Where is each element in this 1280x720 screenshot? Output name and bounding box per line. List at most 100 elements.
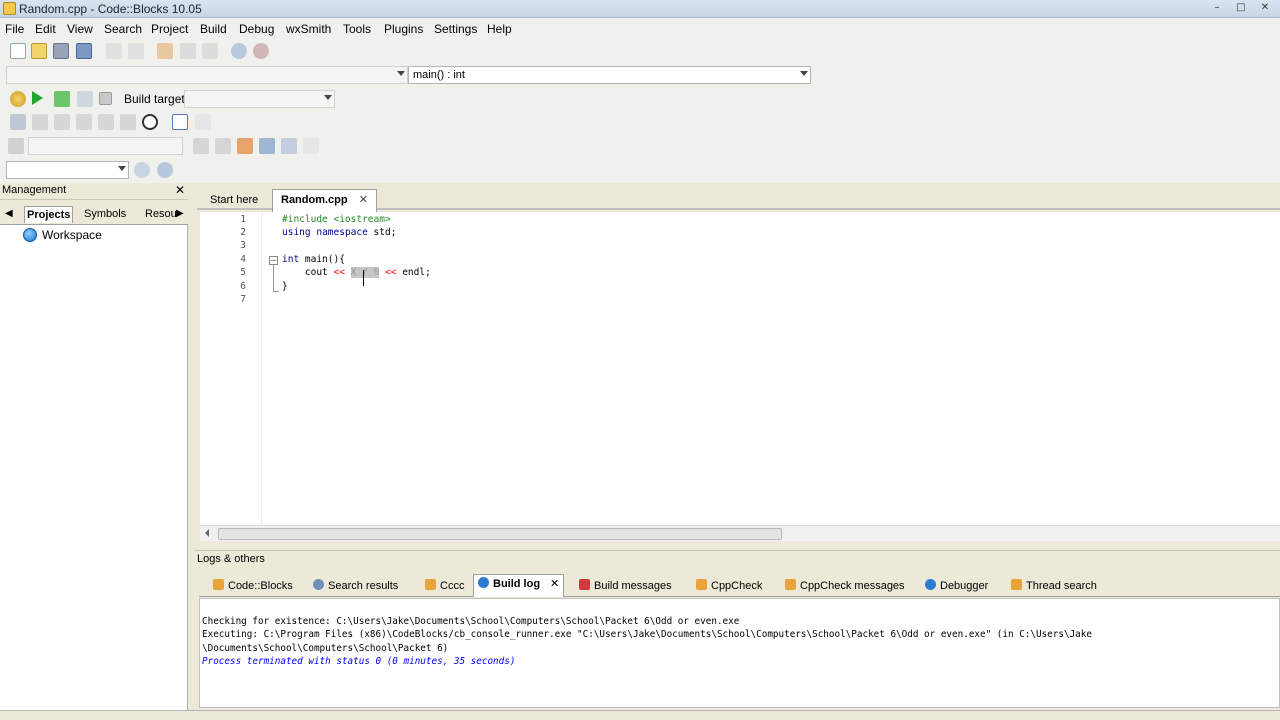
debug-run-to-cursor-icon[interactable]: [10, 114, 26, 130]
scrollbar-thumb[interactable]: [218, 528, 782, 540]
close-window-button[interactable]: ✕: [1256, 1, 1274, 15]
new-file-icon[interactable]: [10, 43, 26, 59]
scope-combo[interactable]: [6, 66, 408, 84]
editor-tabs: Start here Random.cpp ✕: [197, 186, 1280, 212]
maximize-button[interactable]: □: [1232, 1, 1250, 15]
close-tab-icon[interactable]: ✕: [550, 578, 559, 590]
build-log-output[interactable]: Checking for existence: C:\Users\Jake\Do…: [199, 598, 1280, 708]
scroll-left-icon[interactable]: [205, 529, 209, 537]
menu-settings[interactable]: Settings: [434, 22, 477, 36]
menu-wxsmith[interactable]: wxSmith: [286, 22, 331, 36]
search-options-icon[interactable]: [157, 162, 173, 178]
debug-info-icon[interactable]: [195, 114, 211, 130]
log-line: Executing: C:\Program Files (x86)\CodeBl…: [202, 629, 1092, 640]
debug-windows-icon[interactable]: [172, 114, 188, 130]
debugger-toolbar: [0, 110, 1280, 134]
log-icon: [1011, 579, 1022, 590]
line-number: 4: [240, 254, 246, 265]
undo-icon[interactable]: [106, 43, 122, 59]
toggle-bookmark-icon[interactable]: [259, 138, 275, 154]
search-text-input[interactable]: [28, 137, 183, 155]
debug-continue-icon[interactable]: [32, 114, 48, 130]
log-line: \Documents\School\Computers\School\Packe…: [202, 643, 449, 654]
menu-search[interactable]: Search: [104, 22, 142, 36]
find-icon[interactable]: [231, 43, 247, 59]
line-number-gutter: 1 2 3 4 5 6 7: [200, 212, 262, 525]
thread-search-icon[interactable]: [134, 162, 150, 178]
jump-icon[interactable]: [8, 138, 24, 154]
redo-icon[interactable]: [128, 43, 144, 59]
bug-icon: [579, 579, 590, 590]
tab-debugger[interactable]: Debugger: [921, 577, 992, 596]
rebuild-icon[interactable]: [77, 91, 93, 107]
forward-arrow-icon[interactable]: [215, 138, 231, 154]
fold-collapse-icon[interactable]: −: [269, 256, 278, 265]
tab-codeblocks-log[interactable]: Code::Blocks: [209, 577, 297, 596]
search-icon: [313, 579, 324, 590]
menu-view[interactable]: View: [67, 22, 93, 36]
paste-icon[interactable]: [202, 43, 218, 59]
tab-build-log[interactable]: Build log ✕: [473, 574, 565, 597]
cut-icon[interactable]: [157, 43, 173, 59]
regex-icon[interactable]: [303, 138, 319, 154]
copy-icon[interactable]: [180, 43, 196, 59]
menu-tools[interactable]: Tools: [343, 22, 371, 36]
code-completion-toolbar: main() : int: [0, 62, 1280, 88]
code-text: main(){: [299, 254, 345, 265]
run-icon[interactable]: [32, 91, 43, 105]
debug-next-line-icon[interactable]: [54, 114, 70, 130]
code-text: cout: [282, 267, 334, 278]
tab-search-results[interactable]: Search results: [309, 577, 402, 596]
tab-start-here[interactable]: Start here: [202, 191, 266, 211]
tab-resources[interactable]: Resou: [145, 208, 177, 220]
tab-scroll-right-icon[interactable]: ▶: [176, 208, 184, 219]
close-icon[interactable]: ✕: [175, 183, 185, 197]
tab-random-cpp[interactable]: Random.cpp ✕: [272, 189, 377, 212]
abort-icon[interactable]: [99, 92, 112, 105]
tab-symbols[interactable]: Symbols: [84, 208, 126, 220]
line-number: 5: [240, 267, 246, 278]
build-gear-icon[interactable]: [10, 91, 26, 107]
chevron-down-icon: [800, 71, 808, 76]
build-target-combo[interactable]: [184, 90, 335, 108]
code-line-5: cout << X / 0 << endl;: [282, 267, 431, 278]
logs-title: Logs & others: [197, 553, 265, 565]
build-and-run-icon[interactable]: [54, 91, 70, 107]
match-case-icon[interactable]: [281, 138, 297, 154]
chevron-down-icon: [118, 166, 126, 171]
tree-item-workspace[interactable]: Workspace: [42, 228, 102, 242]
menu-help[interactable]: Help: [487, 22, 512, 36]
menu-debug[interactable]: Debug: [239, 22, 274, 36]
preprocessor-directive: #include <iostream>: [282, 214, 391, 225]
thread-search-combo[interactable]: [6, 161, 129, 179]
tab-scroll-left-icon[interactable]: ◀: [5, 208, 13, 219]
tab-thread-search[interactable]: Thread search: [1007, 577, 1101, 596]
menu-build[interactable]: Build: [200, 22, 227, 36]
debug-step-into-icon[interactable]: [76, 114, 92, 130]
tab-label: Debugger: [940, 580, 989, 592]
tab-cppcheck[interactable]: CppCheck: [692, 577, 766, 596]
code-editor[interactable]: 1 2 3 4 5 6 7 − #include <iostream> usin…: [200, 212, 1280, 525]
menu-edit[interactable]: Edit: [35, 22, 56, 36]
stop-debugger-icon[interactable]: [142, 114, 158, 130]
editor-horizontal-scrollbar[interactable]: [200, 525, 1280, 541]
menu-plugins[interactable]: Plugins: [384, 22, 423, 36]
save-all-icon[interactable]: [76, 43, 92, 59]
debug-step-out-icon[interactable]: [98, 114, 114, 130]
tab-projects[interactable]: Projects: [24, 206, 74, 223]
tab-label: Code::Blocks: [228, 580, 293, 592]
function-combo[interactable]: main() : int: [408, 66, 811, 84]
tab-cppcheck-messages[interactable]: CppCheck messages: [781, 577, 909, 596]
save-icon[interactable]: [53, 43, 69, 59]
close-tab-icon[interactable]: ✕: [359, 194, 368, 206]
menu-file[interactable]: File: [5, 22, 24, 36]
tab-build-messages[interactable]: Build messages: [575, 577, 676, 596]
back-arrow-icon[interactable]: [193, 138, 209, 154]
debug-next-instruction-icon[interactable]: [120, 114, 136, 130]
tab-cccc[interactable]: Cccc: [421, 577, 468, 596]
open-folder-icon[interactable]: [31, 43, 47, 59]
highlight-pen-icon[interactable]: [237, 138, 253, 154]
menu-project[interactable]: Project: [151, 22, 188, 36]
replace-icon[interactable]: [253, 43, 269, 59]
minimize-button[interactable]: –: [1208, 1, 1226, 15]
